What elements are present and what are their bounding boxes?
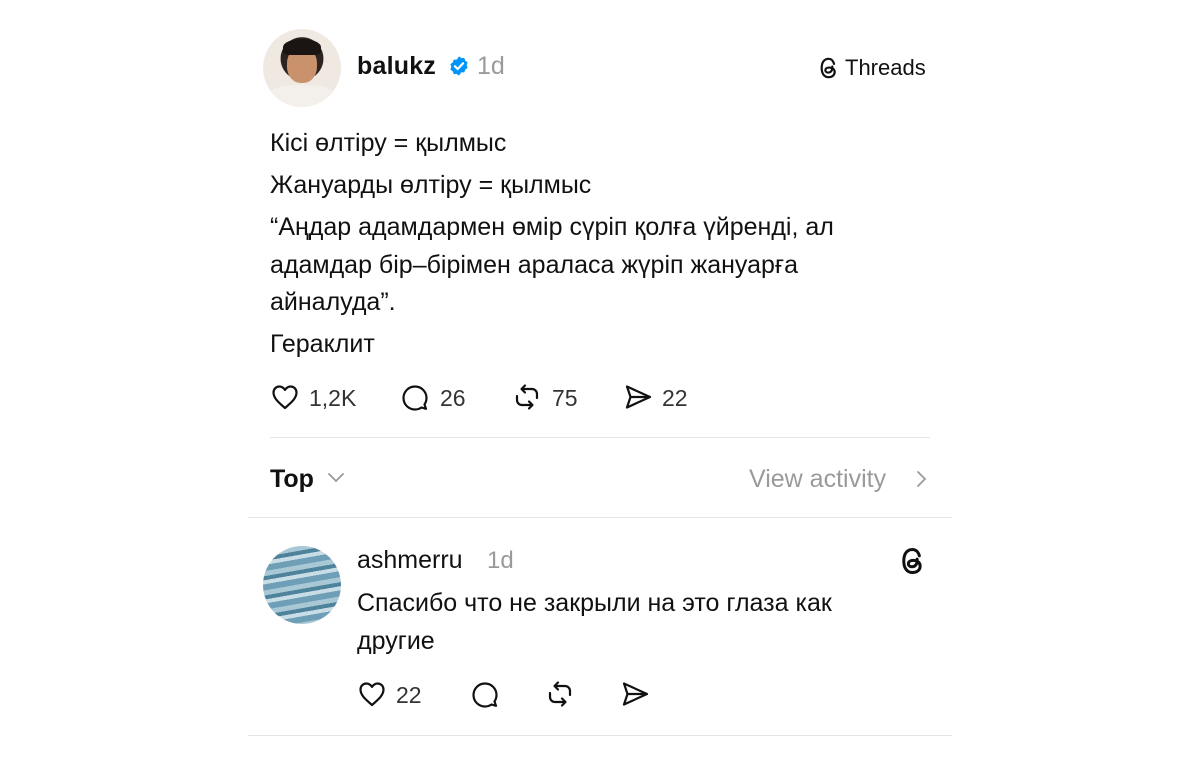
repost-count: 75 [552,385,578,411]
comment-icon[interactable] [470,679,500,709]
send-icon[interactable] [620,679,650,709]
reply-line: другие [357,627,435,655]
author-username[interactable]: balukz [357,52,436,81]
divider [248,735,952,736]
post-line: Кісі өлтіру = қылмыс [270,129,507,157]
repost-icon[interactable] [545,679,575,709]
post-line: адамдар бір–бірімен араласа жүріп жануар… [270,251,798,279]
post-line: Гераклит [270,330,375,358]
threads-logo-icon[interactable] [818,56,840,80]
post-line: айналуда”. [270,288,396,316]
threads-logo-icon[interactable] [899,546,927,576]
send-icon[interactable] [623,382,653,412]
post-line: “Аңдар адамдармен өмір сүріп қолға үйрен… [270,213,834,241]
comment-icon[interactable] [400,382,430,412]
reply-username[interactable]: ashmerru [357,546,463,575]
reply-line: Спасибо что не закрыли на это глаза как [357,589,832,617]
chevron-down-icon[interactable] [327,471,345,485]
heart-icon[interactable] [357,679,387,709]
sort-dropdown[interactable]: Top [270,465,314,494]
reply-avatar[interactable] [263,546,341,624]
repost-icon[interactable] [512,382,542,412]
heart-icon[interactable] [270,382,300,412]
reply-time: 1d [487,547,514,574]
verified-badge-icon [450,56,468,76]
like-count: 1,2K [309,385,357,411]
reply-count: 26 [440,385,466,411]
avatar-hair [283,39,321,55]
divider [248,517,952,518]
share-count: 22 [662,385,688,411]
threads-brand-label[interactable]: Threads [845,55,926,81]
author-avatar[interactable] [263,29,341,107]
divider [270,437,930,438]
view-activity-link[interactable]: View activity [749,465,886,494]
reply-like-count: 22 [396,682,422,708]
post-time: 1d [477,52,505,80]
avatar-shirt [267,85,337,107]
chevron-right-icon[interactable] [915,470,929,488]
post-line: Жануарды өлтіру = қылмыс [270,171,592,199]
